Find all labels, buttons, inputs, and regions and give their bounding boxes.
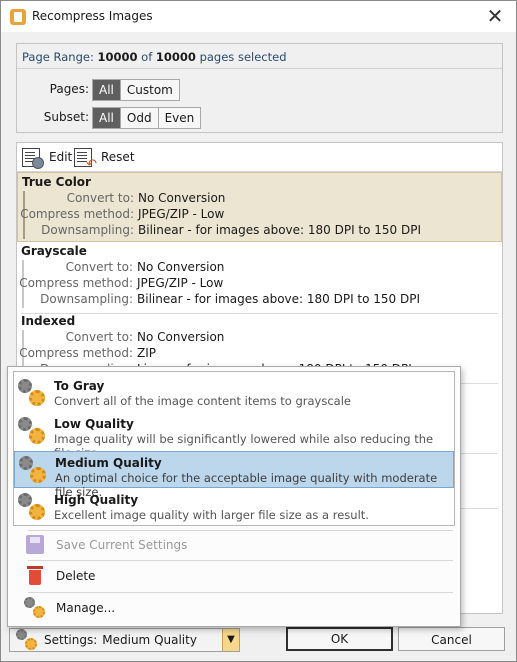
preset-name: Medium Quality [55,456,162,470]
settings-value: Medium Quality [102,633,197,647]
reset-button[interactable]: Reset [74,147,135,172]
list-toolbar: Edit Reset [17,143,502,172]
menu-separator [28,592,453,593]
delete-menu-item[interactable]: Delete [24,563,454,589]
downsampling-label: Downsampling: [40,292,133,306]
app-icon [10,9,26,25]
list-item-true-color[interactable]: True Color Convert to: No Conversion Com… [17,172,502,242]
manage-label: Manage... [56,601,116,615]
convert-label: Convert to: [66,191,134,205]
convert-value: No Conversion [137,260,225,274]
save-settings-label: Save Current Settings [56,538,188,552]
gear-icon [16,629,38,651]
preset-desc: Convert all of the image content items t… [54,394,351,408]
downsampling-label: Downsampling: [41,223,134,237]
range-suffix: pages selected [199,50,287,64]
chevron-down-icon[interactable]: ▼ [222,629,239,651]
reset-label: Reset [101,150,135,164]
gear-icon [17,492,47,522]
floppy-icon [24,534,46,556]
trash-icon [24,565,46,587]
subset-odd-button[interactable]: Odd [121,108,159,128]
range-count: 10000 [97,50,138,64]
gear-icon [17,416,47,446]
window-title: Recompress Images [32,9,153,23]
title-bar: Recompress Images ✕ [1,1,516,32]
gear-icon [17,378,47,408]
save-settings-menu-item[interactable]: Save Current Settings [24,532,454,558]
manage-menu-item[interactable]: Manage... [24,595,454,621]
edit-button[interactable]: Edit [22,147,73,169]
entry-title: Grayscale [21,244,87,258]
range-total: 10000 [155,50,196,64]
compress-label: Compress method: [19,276,133,290]
convert-value: No Conversion [138,191,226,205]
convert-label: Convert to: [65,260,133,274]
preset-name: Low Quality [54,417,134,431]
page-range-group: Page Range: 10000 of 10000 pages selecte… [16,43,503,133]
compress-label: Compress method: [20,207,134,221]
edit-doc-icon [22,147,44,169]
compress-value: JPEG/ZIP - Low [138,207,225,221]
edit-label: Edit [49,150,73,164]
compress-value: ZIP [137,346,156,360]
pages-all-button[interactable]: All [93,80,121,100]
convert-label: Convert to: [65,330,133,344]
downsampling-value: Bilinear - for images above: 180 DPI to … [137,292,421,306]
preset-to-gray[interactable]: To Gray Convert all of the image content… [14,375,454,412]
page-range-header: Page Range: 10000 of 10000 pages selecte… [17,44,502,69]
cancel-button[interactable]: Cancel [398,627,505,651]
entry-title: Indexed [21,314,76,328]
compress-label: Compress method: [19,346,133,360]
reset-doc-icon [74,147,97,172]
menu-separator [28,530,453,531]
pages-segmented: All Custom [92,79,180,101]
menu-separator [28,560,453,561]
downsampling-value: Bilinear - for images above: 180 DPI to … [138,223,422,237]
subset-label: Subset: [43,110,89,124]
list-item-grayscale[interactable]: Grayscale Convert to: No Conversion Comp… [17,242,502,312]
preset-list: To Gray Convert all of the image content… [13,371,455,526]
subset-all-button[interactable]: All [93,108,121,128]
gear-icon [24,597,46,619]
preset-name: To Gray [54,379,105,393]
range-prefix: Page Range: [22,50,94,64]
settings-dropdown[interactable]: Settings: Medium Quality ▼ [9,628,240,652]
pages-label: Pages: [49,82,89,96]
compress-value: JPEG/ZIP - Low [137,276,224,290]
settings-label: Settings: [44,633,98,647]
subset-segmented: All Odd Even [92,107,202,129]
convert-value: No Conversion [137,330,225,344]
preset-desc: Excellent image quality with larger file… [54,508,369,522]
preset-high-quality[interactable]: High Quality Excellent image quality wit… [14,489,454,526]
preset-medium-quality[interactable]: Medium Quality An optimal choice for the… [14,451,454,499]
subset-even-button[interactable]: Even [159,108,201,128]
ok-button[interactable]: OK [286,627,393,651]
pages-custom-button[interactable]: Custom [121,80,179,100]
preset-name: High Quality [54,493,139,507]
page-range-text: Page Range: 10000 of 10000 pages selecte… [22,50,287,64]
settings-popup-menu: To Gray Convert all of the image content… [7,366,461,627]
gear-icon [18,455,48,485]
delete-label: Delete [56,569,96,583]
bottom-bar: Settings: Medium Quality ▼ OK Cancel [1,621,516,661]
close-icon[interactable]: ✕ [484,5,506,27]
entry-title: True Color [22,175,91,189]
range-of: of [141,50,153,64]
preset-low-quality[interactable]: Low Quality Image quality will be signif… [14,413,454,460]
